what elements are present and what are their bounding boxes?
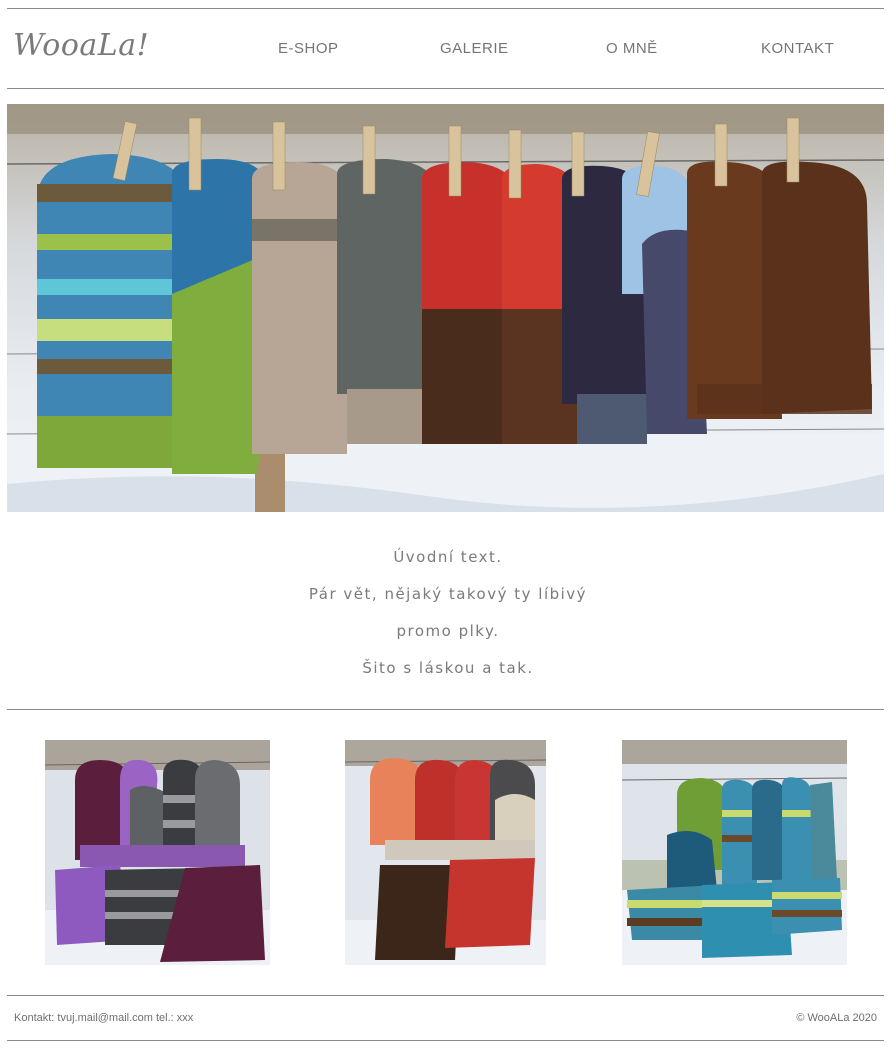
nav-item-galerie[interactable]: GALERIE [440,38,509,60]
intro-bottom-divider [7,709,884,710]
nav-item-kontakt[interactable]: KONTAKT [761,38,834,60]
gallery-thumb-red-set[interactable] [345,740,546,965]
intro-line-2: Pár vět, nějaký takový ty líbivý [308,585,588,603]
footer-copyright: © WooALa 2020 [796,1012,877,1024]
hero-image [7,104,884,512]
header-top-divider [7,8,884,9]
thumb-photo-3 [622,740,847,965]
intro-line-3: promo plky. [396,622,500,640]
gallery-thumb-striped-set[interactable] [622,740,847,965]
thumb-photo-2 [345,740,546,965]
site-logo[interactable]: WooaLa! [13,26,163,66]
logo-text: WooaLa! [13,28,150,63]
nav-item-eshop[interactable]: E-SHOP [278,38,339,60]
intro-line-4: Šito s láskou a tak. [362,659,534,677]
thumb-photo-1 [45,740,270,965]
footer-top-divider [7,995,884,996]
nav-item-o-mne[interactable]: O MNĚ [606,38,658,60]
header-bottom-divider [7,88,884,89]
footer-bottom-divider [7,1040,884,1041]
gallery-thumb-purple-set[interactable] [45,740,270,965]
intro-line-1: Úvodní text. [393,548,503,566]
hero-mittens-photo [7,104,884,512]
footer-contact: Kontakt: tvuj.mail@mail.com tel.: xxx [14,1012,194,1024]
